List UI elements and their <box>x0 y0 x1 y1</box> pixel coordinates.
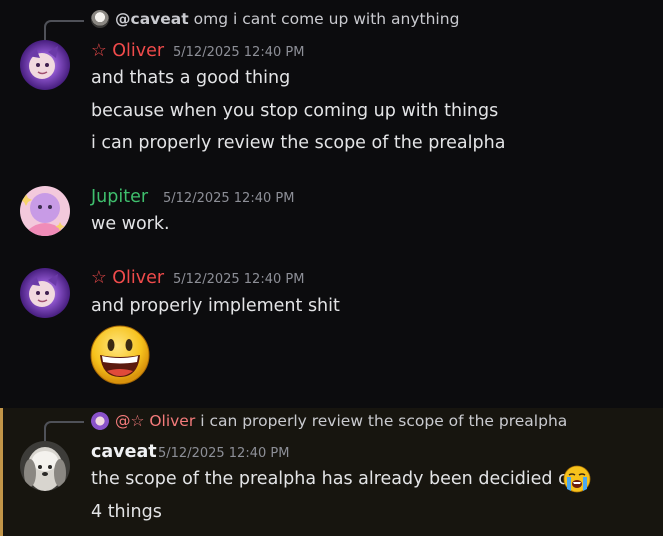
author-name[interactable]: ☆ Oliver <box>91 268 164 288</box>
reply-preview[interactable]: @caveat omg i cant come up with anything <box>91 10 459 28</box>
pink-character-avatar-icon[interactable] <box>20 186 70 236</box>
message-line: we work. <box>91 214 170 234</box>
reply-connector <box>44 421 84 441</box>
reply-author[interactable]: @caveat <box>115 10 189 28</box>
timestamp[interactable]: 5/12/2025 12:40 PM <box>173 45 304 60</box>
timestamp[interactable]: 5/12/2025 12:40 PM <box>163 191 294 206</box>
author-name[interactable]: caveat <box>91 442 157 462</box>
message-line: and properly implement shit <box>91 296 340 316</box>
reply-text: i can properly review the scope of the p… <box>200 412 568 430</box>
mention-highlight-bar <box>0 408 3 536</box>
message-line: 4 things <box>91 502 162 522</box>
message-line: and thats a good thing <box>91 68 291 88</box>
purple-cat-avatar-icon[interactable] <box>20 268 70 318</box>
reply-connector <box>44 20 84 40</box>
dog-avatar-icon <box>91 10 109 28</box>
reply-preview[interactable]: @☆ Oliver i can properly review the scop… <box>91 412 567 430</box>
grinning-face-emoji[interactable] <box>90 325 150 389</box>
reply-text: omg i cant come up with anything <box>193 10 460 28</box>
purple-cat-avatar-icon[interactable] <box>20 40 70 90</box>
dog-avatar-icon[interactable] <box>20 441 70 491</box>
timestamp[interactable]: 5/12/2025 12:40 PM <box>158 446 289 461</box>
author-name[interactable]: ☆ Oliver <box>91 41 164 61</box>
message-line: i can properly review the scope of the p… <box>91 133 506 153</box>
timestamp[interactable]: 5/12/2025 12:40 PM <box>173 272 304 287</box>
loudly-crying-face-emoji[interactable] <box>563 465 591 497</box>
message-line: because when you stop coming up with thi… <box>91 101 499 121</box>
author-name[interactable]: Jupiter <box>91 187 148 207</box>
message-line: the scope of the prealpha has already be… <box>91 469 580 489</box>
purple-cat-avatar-icon <box>91 412 109 430</box>
reply-author[interactable]: @☆ Oliver <box>115 412 195 430</box>
